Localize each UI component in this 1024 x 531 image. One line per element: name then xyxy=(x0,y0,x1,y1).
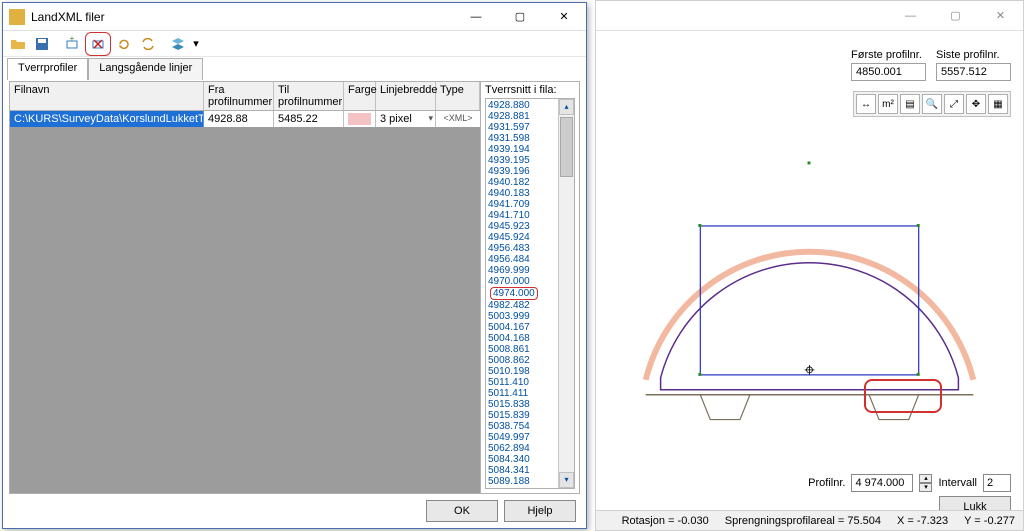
col-fra[interactable]: Fra profilnummer xyxy=(204,82,274,110)
cross-section-list[interactable]: 4928.8804928.8814931.5974931.5984939.194… xyxy=(485,98,575,489)
dialog-tabs: Tverrprofiler Langsgående linjer xyxy=(3,57,586,79)
delete-profile-icon[interactable] xyxy=(87,33,109,55)
dialog-title: LandXML filer xyxy=(31,10,454,24)
tool-zoom-icon[interactable]: 🔍 xyxy=(922,94,942,114)
tool-grid-icon[interactable]: ▦ xyxy=(988,94,1008,114)
cross-section-canvas[interactable] xyxy=(606,121,1013,460)
reload-all-icon[interactable] xyxy=(137,33,159,55)
open-folder-icon[interactable] xyxy=(7,33,29,55)
app-icon xyxy=(9,9,25,25)
tab-tverrprofiler[interactable]: Tverrprofiler xyxy=(7,58,88,80)
tool-pan-icon[interactable]: ✥ xyxy=(966,94,986,114)
spreng-label: Sprengningsprofilareal = xyxy=(725,515,845,527)
main-window: — ▢ ✕ Første profilnr. Siste profilnr. ↔… xyxy=(595,0,1024,531)
dialog-minimize-button[interactable]: — xyxy=(454,4,498,30)
cell-farge[interactable] xyxy=(344,111,376,127)
y-value: -0.277 xyxy=(984,515,1015,527)
highlight-annotation xyxy=(864,379,942,413)
refresh-icon[interactable] xyxy=(113,33,135,55)
intervall-input[interactable] xyxy=(983,474,1011,492)
cross-section-list-title: Tverrsnitt i fila: xyxy=(481,82,579,96)
col-type[interactable]: Type xyxy=(436,82,480,110)
cell-filnavn: C:\KURS\SurveyData\KorslundLukketTS.xml xyxy=(10,111,204,127)
layers-icon[interactable] xyxy=(167,33,189,55)
minimize-button[interactable]: — xyxy=(888,2,933,30)
scroll-thumb[interactable] xyxy=(560,117,573,177)
rotasjon-label: Rotasjon = xyxy=(622,515,675,527)
first-profile-label: Første profilnr. xyxy=(851,49,926,61)
x-label: X = xyxy=(897,515,914,527)
scroll-up-icon[interactable]: ▴ xyxy=(559,99,574,115)
col-filnavn[interactable]: Filnavn xyxy=(10,82,204,110)
profilnr-label: Profilnr. xyxy=(808,477,845,489)
rotasjon-value: -0.030 xyxy=(678,515,709,527)
table-row[interactable]: C:\KURS\SurveyData\KorslundLukketTS.xml … xyxy=(10,111,480,127)
cell-type: <XML> xyxy=(436,111,480,127)
view-toolbar: ↔ m² ▤ 🔍 ⤢ ✥ ▦ xyxy=(853,91,1011,117)
grid-empty-area xyxy=(10,127,480,493)
dialog-maximize-button[interactable]: ▢ xyxy=(498,4,542,30)
color-swatch xyxy=(348,113,371,125)
tool-measure-icon[interactable]: m² xyxy=(878,94,898,114)
landxml-dialog: LandXML filer — ▢ ✕ + ▾ Tverrprofiler La… xyxy=(2,2,587,529)
cell-linjebredde[interactable]: 3 pixel xyxy=(376,111,436,127)
spreng-value: 75.504 xyxy=(847,515,881,527)
dialog-titlebar: LandXML filer — ▢ ✕ xyxy=(3,3,586,31)
col-farge[interactable]: Farge xyxy=(344,82,376,110)
tunnel-svg xyxy=(606,121,1013,460)
close-button[interactable]: ✕ xyxy=(978,2,1023,30)
status-bar: Rotasjon = -0.030 Sprengningsprofilareal… xyxy=(596,510,1023,530)
list-scrollbar[interactable]: ▴ ▾ xyxy=(558,99,574,488)
intervall-label: Intervall xyxy=(938,477,977,489)
svg-text:+: + xyxy=(70,36,75,43)
tool-arrows-icon[interactable]: ↔ xyxy=(856,94,876,114)
y-label: Y = xyxy=(964,515,981,527)
save-icon[interactable] xyxy=(31,33,53,55)
first-profile-input[interactable] xyxy=(851,63,926,81)
dialog-close-button[interactable]: ✕ xyxy=(542,4,586,30)
col-til[interactable]: Til profilnummer xyxy=(274,82,344,110)
layers-dropdown-icon[interactable]: ▾ xyxy=(191,33,201,55)
profilnr-spinner[interactable]: ▴▾ xyxy=(919,474,932,492)
col-linjebredde[interactable]: Linjebredde xyxy=(376,82,436,110)
cell-til[interactable]: 5485.22 xyxy=(274,111,344,127)
help-button[interactable]: Hjelp xyxy=(504,500,576,522)
tool-ruler-icon[interactable]: ▤ xyxy=(900,94,920,114)
x-value: -7.323 xyxy=(917,515,948,527)
profilnr-input[interactable] xyxy=(851,474,913,492)
last-profile-label: Siste profilnr. xyxy=(936,49,1011,61)
tab-langsgaende[interactable]: Langsgående linjer xyxy=(88,58,203,80)
maximize-button[interactable]: ▢ xyxy=(933,2,978,30)
file-grid: Filnavn Fra profilnummer Til profilnumme… xyxy=(10,82,480,493)
scroll-down-icon[interactable]: ▾ xyxy=(559,472,574,488)
add-profile-icon[interactable]: + xyxy=(61,33,83,55)
cell-fra[interactable]: 4928.88 xyxy=(204,111,274,127)
dialog-toolbar: + ▾ xyxy=(3,31,586,57)
main-titlebar: — ▢ ✕ xyxy=(596,1,1023,31)
toolbar-highlight xyxy=(85,32,111,56)
tool-zoomfit-icon[interactable]: ⤢ xyxy=(944,94,964,114)
ok-button[interactable]: OK xyxy=(426,500,498,522)
last-profile-input[interactable] xyxy=(936,63,1011,81)
